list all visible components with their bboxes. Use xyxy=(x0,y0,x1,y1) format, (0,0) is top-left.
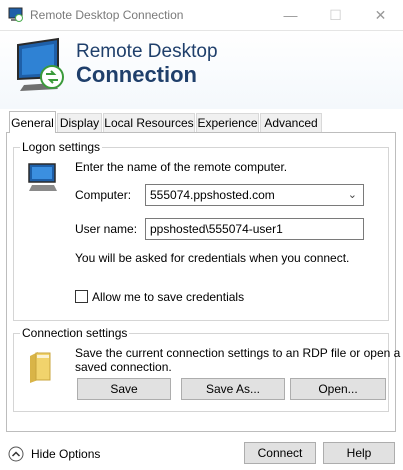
logon-settings-group: Logon settings Enter the name of the rem… xyxy=(13,140,389,321)
save-credentials-checkbox[interactable] xyxy=(75,290,88,303)
folder-icon xyxy=(30,352,51,383)
computer-instruction: Enter the name of the remote computer. xyxy=(75,160,288,174)
credentials-note: You will be asked for credentials when y… xyxy=(75,251,350,265)
tab-display[interactable]: Display xyxy=(57,113,102,132)
username-field[interactable]: ppshosted\555074-user1 xyxy=(145,218,364,240)
help-button[interactable]: Help xyxy=(323,442,395,464)
tab-general[interactable]: General xyxy=(9,111,56,133)
general-tab-panel: Logon settings Enter the name of the rem… xyxy=(6,132,400,432)
save-button[interactable]: Save xyxy=(77,378,171,400)
header-banner: Remote Desktop Connection xyxy=(0,31,403,109)
open-button[interactable]: Open... xyxy=(290,378,386,400)
banner-title-line1: Remote Desktop xyxy=(76,41,218,62)
connection-description-line2: saved connection. xyxy=(75,360,172,374)
chevron-down-icon: ⌄ xyxy=(347,189,357,201)
logon-settings-title: Logon settings xyxy=(20,140,103,154)
computer-select-value: 555074.ppshosted.com xyxy=(150,188,275,202)
save-as-button[interactable]: Save As... xyxy=(181,378,285,400)
hide-options-link[interactable]: Hide Options xyxy=(31,447,100,461)
remote-desktop-icon xyxy=(8,7,23,22)
computer-select[interactable]: 555074.ppshosted.com ⌄ xyxy=(145,184,364,206)
footer-bar: Hide Options Connect Help xyxy=(0,438,403,470)
connect-button[interactable]: Connect xyxy=(244,442,316,464)
chevron-up-circle-icon[interactable] xyxy=(8,446,24,462)
minimize-button[interactable]: — xyxy=(268,0,313,30)
title-bar: Remote Desktop Connection — ☐ ✕ xyxy=(0,0,403,31)
remote-desktop-logo-icon xyxy=(17,37,64,91)
banner-title-line2: Connection xyxy=(76,62,197,87)
username-label: User name: xyxy=(75,222,138,236)
tab-advanced[interactable]: Advanced xyxy=(260,113,322,132)
connection-description-line1: Save the current connection settings to … xyxy=(75,346,401,360)
computer-label: Computer: xyxy=(75,188,132,202)
tab-local-resources[interactable]: Local Resources xyxy=(103,113,195,132)
computer-icon xyxy=(28,163,57,191)
window-title: Remote Desktop Connection xyxy=(30,8,184,22)
maximize-button[interactable]: ☐ xyxy=(313,0,358,30)
connection-settings-group: Connection settings Save the current con… xyxy=(13,326,400,412)
close-button[interactable]: ✕ xyxy=(358,0,403,30)
save-credentials-label[interactable]: Allow me to save credentials xyxy=(92,290,244,304)
tab-experience[interactable]: Experience xyxy=(196,113,259,132)
connection-settings-title: Connection settings xyxy=(20,326,130,340)
